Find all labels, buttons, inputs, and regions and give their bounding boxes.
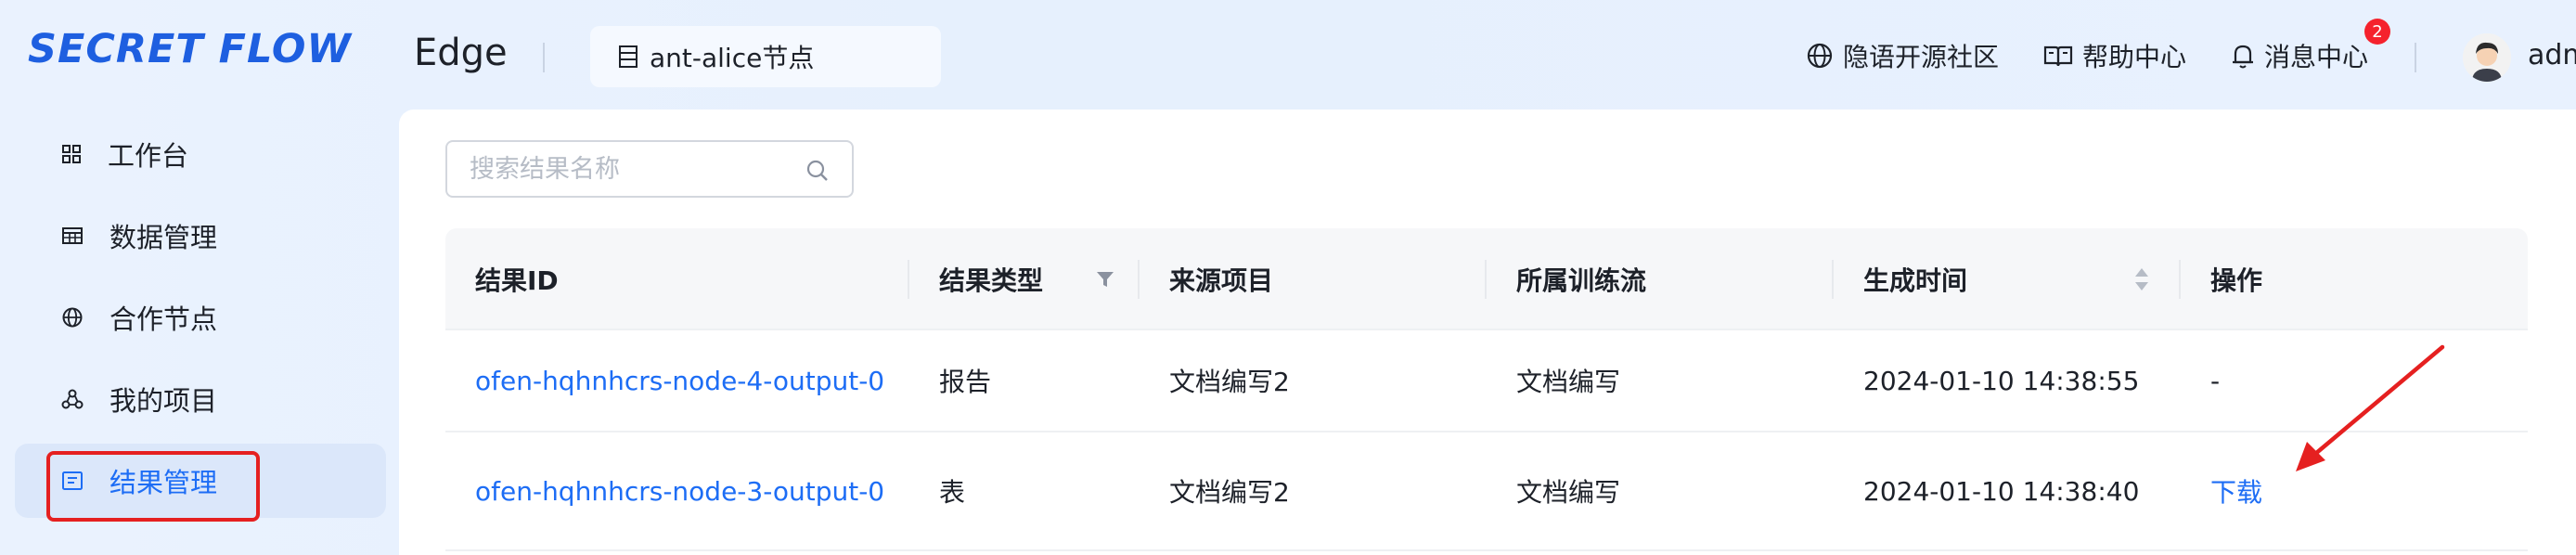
nav-messages[interactable]: 消息中心 xyxy=(2231,37,2368,74)
nav-help-label: 帮助中心 xyxy=(2082,42,2187,72)
nav-messages-label: 消息中心 xyxy=(2264,42,2369,72)
column-header-type: 结果类型 xyxy=(939,265,1044,296)
sidebar-item-partners[interactable]: 合作节点 xyxy=(15,280,386,355)
search-input[interactable] xyxy=(470,154,785,184)
result-id-link[interactable]: ofen-hqhnhcrs-node-4-output-0 xyxy=(475,330,884,431)
results-table: 结果ID 结果类型 来源项目 所属训练流 生成时间 操作 ofen-hqhnhc… xyxy=(445,228,2528,551)
header-divider xyxy=(543,43,545,72)
column-divider xyxy=(2179,260,2181,299)
node-icon xyxy=(619,45,638,68)
sidebar-item-label: 工作台 xyxy=(108,140,189,172)
nav-community[interactable]: 隐语开源社区 xyxy=(1806,37,1999,74)
secretflow-logo[interactable]: SECRET FLOW xyxy=(28,26,352,72)
grid-icon xyxy=(62,145,81,163)
column-header-project: 来源项目 xyxy=(1169,265,1274,296)
nav-community-label: 隐语开源社区 xyxy=(1843,42,2000,72)
column-header-id: 结果ID xyxy=(475,265,559,296)
filter-icon[interactable] xyxy=(1095,269,1115,290)
app-window: SECRET FLOW Edge ant-alice节点 隐语开源社区 帮助中心… xyxy=(0,0,2576,555)
sidebar-item-projects[interactable]: 我的项目 xyxy=(15,362,386,436)
action-none: - xyxy=(2210,365,2221,396)
message-count-badge: 2 xyxy=(2364,19,2390,45)
sidebar-item-label: 合作节点 xyxy=(109,303,218,335)
column-divider xyxy=(1485,260,1487,299)
sidebar-item-workbench[interactable]: 工作台 xyxy=(15,117,386,191)
source-project: 文档编写2 xyxy=(1169,477,1290,508)
book-icon xyxy=(2043,45,2073,67)
table-icon xyxy=(62,227,83,244)
column-header-flow: 所属训练流 xyxy=(1516,265,1647,296)
header-divider xyxy=(2415,43,2416,72)
sort-icon[interactable] xyxy=(2132,265,2151,293)
result-id-link[interactable]: ofen-hqhnhcrs-node-3-output-0 xyxy=(475,432,884,549)
source-project: 文档编写2 xyxy=(1169,367,1290,397)
sidebar-item-label: 我的项目 xyxy=(109,385,218,417)
table-row: ofen-hqhnhcrs-node-4-output-0 报告 文档编写2 文… xyxy=(445,330,2528,432)
red-arrow-annotation xyxy=(2296,344,2445,471)
node-selector[interactable]: ant-alice节点 xyxy=(590,26,941,87)
bell-icon xyxy=(2233,45,2253,69)
column-divider xyxy=(1138,260,1140,299)
created-time: 2024-01-10 14:38:55 xyxy=(1863,365,2140,396)
top-header: SECRET FLOW Edge ant-alice节点 隐语开源社区 帮助中心… xyxy=(0,0,2576,110)
globe-icon xyxy=(62,307,83,328)
column-header-action: 操作 xyxy=(2210,265,2263,296)
table-header: 结果ID 结果类型 来源项目 所属训练流 生成时间 操作 xyxy=(445,228,2528,330)
sidebar-item-label: 数据管理 xyxy=(109,222,218,253)
result-type: 表 xyxy=(939,477,966,508)
result-type: 报告 xyxy=(939,367,992,397)
training-flow: 文档编写 xyxy=(1516,367,1621,397)
training-flow: 文档编写 xyxy=(1516,477,1621,508)
download-link[interactable]: 下载 xyxy=(2210,432,2262,549)
search-icon[interactable] xyxy=(805,159,830,183)
search-box[interactable] xyxy=(445,140,854,198)
column-header-time[interactable]: 生成时间 xyxy=(1863,228,1967,330)
nav-help[interactable]: 帮助中心 xyxy=(2043,37,2186,74)
created-time: 2024-01-10 14:38:40 xyxy=(1863,475,2140,507)
column-divider xyxy=(908,260,909,299)
globe-icon xyxy=(1807,43,1833,69)
highlight-annotation-box xyxy=(46,451,260,522)
user-avatar[interactable] xyxy=(2463,33,2511,82)
product-name: Edge xyxy=(414,32,508,74)
node-selector-label: ant-alice节点 xyxy=(650,43,815,73)
project-icon xyxy=(61,389,84,409)
column-divider xyxy=(1832,260,1834,299)
sidebar-item-data[interactable]: 数据管理 xyxy=(15,199,386,273)
username[interactable]: adm xyxy=(2528,39,2576,71)
table-row: ofen-hqhnhcrs-node-3-output-0 表 文档编写2 文档… xyxy=(445,432,2528,551)
